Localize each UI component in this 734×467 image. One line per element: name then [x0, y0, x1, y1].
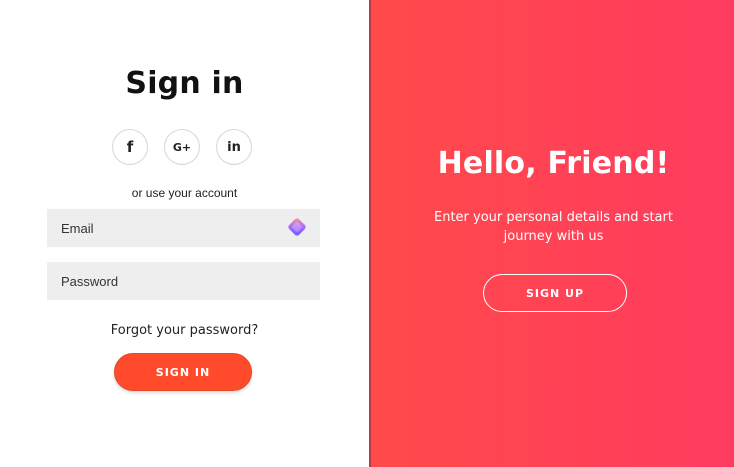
sign-up-button[interactable]: SIGN UP [483, 274, 627, 312]
extension-diamond-icon[interactable] [285, 215, 309, 239]
google-plus-button[interactable]: G+ [164, 129, 200, 165]
facebook-icon: f [126, 138, 134, 156]
overlay-title: Hello, Friend! [437, 146, 670, 181]
auth-container: Sign in f G+ in or use your account Emai… [0, 0, 734, 467]
email-field[interactable] [47, 209, 320, 247]
overlay-subtitle: Enter your personal details and start jo… [434, 210, 673, 244]
forgot-password-link[interactable]: Forgot your password? [0, 323, 369, 338]
sign-in-panel: Sign in f G+ in or use your account Emai… [0, 0, 369, 467]
social-login-row: f G+ in [0, 129, 369, 167]
alternate-login-text: or use your account [131, 186, 238, 200]
sign-in-button[interactable]: SIGN IN [114, 353, 252, 391]
sign-in-title: Sign in [125, 66, 244, 101]
sign-up-overlay-panel: Hello, Friend! Enter your personal detai… [369, 0, 734, 467]
facebook-button[interactable]: f [112, 129, 148, 165]
google-plus-icon: G+ [172, 140, 192, 154]
linkedin-button[interactable]: in [216, 129, 252, 165]
password-field[interactable] [47, 262, 320, 300]
linkedin-icon: in [227, 139, 241, 155]
